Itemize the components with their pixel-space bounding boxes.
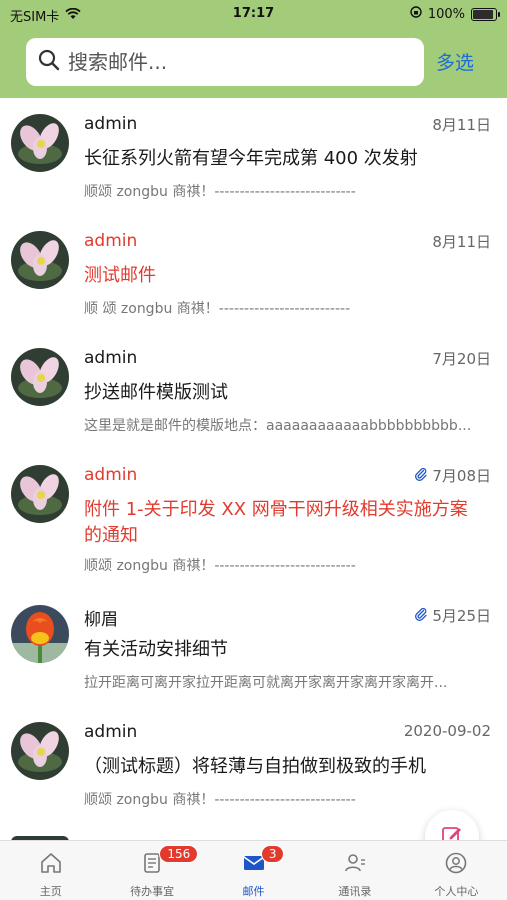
avatar (11, 114, 69, 172)
mail-badge: 3 (260, 845, 285, 863)
lotus-flower-icon (11, 465, 69, 523)
email-sender: admin (84, 722, 138, 742)
email-date-text: 8月11日 (432, 116, 491, 134)
email-date: 8月11日 (432, 231, 491, 252)
email-preview: 拉开距离可离开家拉开距离可就离开家离开家离开家离开... (84, 675, 448, 691)
avatar (11, 231, 69, 289)
email-item[interactable]: admin 8月11日 测试邮件 顺 颂 zongbu 商祺！---------… (0, 215, 507, 332)
lotus-flower-icon (11, 114, 69, 172)
email-sender: admin (84, 114, 138, 134)
email-sender: admin (84, 465, 138, 485)
email-item[interactable]: 柳眉 5月25日 有关活动安排细节 拉开距离可离开家拉开距离可就离开家离开家离开… (0, 589, 507, 706)
paperclip-icon (414, 467, 428, 485)
status-bar: 无SIM卡 17:17 100% (0, 0, 507, 28)
battery-fill (473, 9, 493, 19)
profile-icon (444, 851, 468, 879)
tab-label: 通讯录 (338, 885, 372, 898)
tab-label: 主页 (39, 885, 62, 898)
email-date-text: 7月08日 (432, 467, 491, 485)
email-subject: 长征系列火箭有望今年完成第 400 次发射 (84, 148, 418, 169)
status-right: 100% (410, 6, 500, 22)
tulip-icon (11, 605, 69, 663)
tab-label: 邮件 (242, 885, 265, 898)
email-item[interactable]: admin 7月08日 附件 1-关于印发 XX 网骨干网升级相关实施方案的通知… (0, 449, 507, 589)
tab-contacts[interactable]: 通讯录 (304, 841, 405, 900)
tab-bar: 主页 156 待办事宜 3 邮件 通讯录 个人中心 (0, 840, 507, 900)
email-subject: （测试标题）将轻薄与自拍做到极致的手机 (84, 756, 426, 777)
tab-label: 待办事宜 (130, 885, 175, 898)
tab-mail[interactable]: 3 邮件 (203, 841, 304, 900)
battery-icon (471, 7, 500, 21)
email-subject: 测试邮件 (84, 265, 156, 286)
search-bar[interactable] (26, 38, 424, 86)
search-icon (38, 49, 60, 75)
email-preview: 这里是就是邮件的模版地点：aaaaaaaaaaaabbbbbbbbbb... (84, 418, 472, 434)
tab-todo[interactable]: 156 待办事宜 (101, 841, 202, 900)
contacts-icon (343, 851, 367, 879)
email-preview: 顺颂 zongbu 商祺！---------------------------… (84, 558, 356, 574)
lotus-flower-icon (11, 722, 69, 780)
email-date-text: 2020-09-02 (403, 722, 491, 740)
email-date: 5月25日 (414, 605, 491, 626)
email-date-text: 7月20日 (432, 350, 491, 368)
email-preview: 顺颂 zongbu 商祺！---------------------------… (84, 184, 356, 200)
battery-percent: 100% (427, 6, 465, 22)
multi-select-button[interactable]: 多选 (436, 48, 474, 75)
todo-badge: 156 (159, 845, 199, 863)
lotus-flower-icon (11, 348, 69, 406)
email-item[interactable]: admin 2020-09-02 （测试标题）将轻薄与自拍做到极致的手机 顺颂 … (0, 706, 507, 823)
search-input[interactable] (68, 50, 398, 74)
email-subject: 有关活动安排细节 (84, 639, 228, 660)
avatar (11, 722, 69, 780)
tab-profile[interactable]: 个人中心 (406, 841, 507, 900)
email-date-text: 5月25日 (432, 607, 491, 625)
email-date-text: 8月11日 (432, 233, 491, 251)
email-subject: 附件 1-关于印发 XX 网骨干网升级相关实施方案的通知 (84, 499, 468, 546)
paperclip-icon (414, 607, 428, 625)
email-item[interactable]: admin 7月20日 抄送邮件模版测试 这里是就是邮件的模版地点：aaaaaa… (0, 332, 507, 449)
email-item[interactable]: admin 8月11日 长征系列火箭有望今年完成第 400 次发射 顺颂 zon… (0, 98, 507, 215)
email-sender: admin (84, 348, 138, 368)
email-preview: 顺 颂 zongbu 商祺！-------------------------- (84, 301, 351, 317)
email-subject: 抄送邮件模版测试 (84, 382, 228, 403)
home-icon (39, 851, 63, 879)
email-date: 7月08日 (414, 465, 491, 486)
orientation-lock-icon (410, 6, 422, 22)
email-sender: admin (84, 231, 138, 251)
tab-home[interactable]: 主页 (0, 841, 101, 900)
email-sender: 柳眉 (84, 610, 118, 630)
email-list: admin 8月11日 长征系列火箭有望今年完成第 400 次发射 顺颂 zon… (0, 98, 507, 840)
avatar (11, 348, 69, 406)
avatar (11, 465, 69, 523)
email-date: 8月11日 (432, 114, 491, 135)
tab-label: 个人中心 (434, 885, 479, 898)
avatar (11, 605, 69, 663)
email-date: 7月20日 (432, 348, 491, 369)
email-date: 2020-09-02 (404, 722, 491, 740)
lotus-flower-icon (11, 231, 69, 289)
top-header: 无SIM卡 17:17 100% 多选 (0, 0, 507, 98)
email-preview: 顺颂 zongbu 商祺！---------------------------… (84, 792, 356, 808)
